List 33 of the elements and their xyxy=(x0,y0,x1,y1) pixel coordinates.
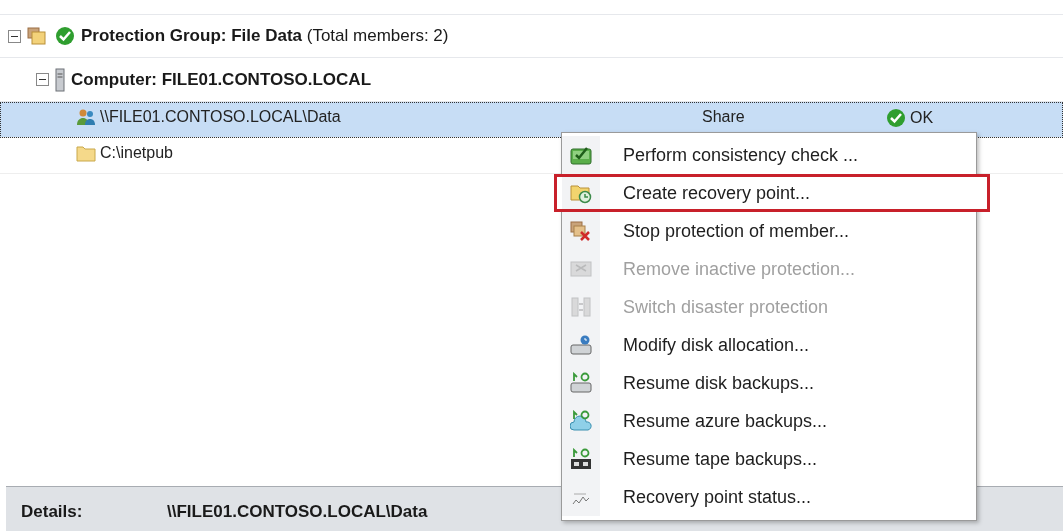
menu-item[interactable]: Recovery point status... xyxy=(562,478,976,516)
disk-refresh-icon xyxy=(570,372,592,394)
folder-icon xyxy=(76,144,96,162)
menu-item[interactable]: Resume disk backups... xyxy=(562,364,976,402)
menu-item[interactable]: Stop protection of member... xyxy=(562,212,976,250)
menu-item[interactable]: Perform consistency check ... xyxy=(562,136,976,174)
member-type: Share xyxy=(702,108,746,126)
member-row[interactable]: \\FILE01.CONTOSO.LOCAL\Data Share OK xyxy=(0,102,1063,138)
details-value: \\FILE01.CONTOSO.LOCAL\Data xyxy=(167,502,428,522)
folder-cross-icon xyxy=(570,220,592,242)
tape-refresh-icon xyxy=(570,448,592,470)
menu-item[interactable]: Create recovery point... xyxy=(554,174,990,212)
details-label: Details: xyxy=(21,502,84,522)
computer-title: Computer: FILE01.CONTOSO.LOCAL xyxy=(71,69,372,90)
shared-users-icon xyxy=(76,108,96,126)
cloud-refresh-icon xyxy=(570,410,592,432)
collapse-toggle[interactable] xyxy=(8,29,21,43)
folders-icon xyxy=(27,26,49,46)
member-status: OK xyxy=(910,109,934,127)
menu-item[interactable]: Modify disk allocation... xyxy=(562,326,976,364)
folder-clock-icon xyxy=(570,182,592,204)
group-title: Protection Group: File Data (Total members: 2) xyxy=(81,26,449,46)
server-tower-icon xyxy=(55,67,65,92)
check-circle-icon xyxy=(55,26,75,46)
menu-item[interactable]: Resume tape backups... xyxy=(562,440,976,478)
member-name: C:\inetpub xyxy=(100,144,173,162)
disk-clock-icon xyxy=(570,334,592,356)
member-name: \\FILE01.CONTOSO.LOCAL\Data xyxy=(100,108,341,126)
servers-arrows-icon xyxy=(570,296,592,318)
check-circle-icon xyxy=(886,108,906,128)
collapse-toggle[interactable] xyxy=(36,73,49,86)
menu-item[interactable]: Resume azure backups... xyxy=(562,402,976,440)
drive-icon xyxy=(570,258,592,280)
